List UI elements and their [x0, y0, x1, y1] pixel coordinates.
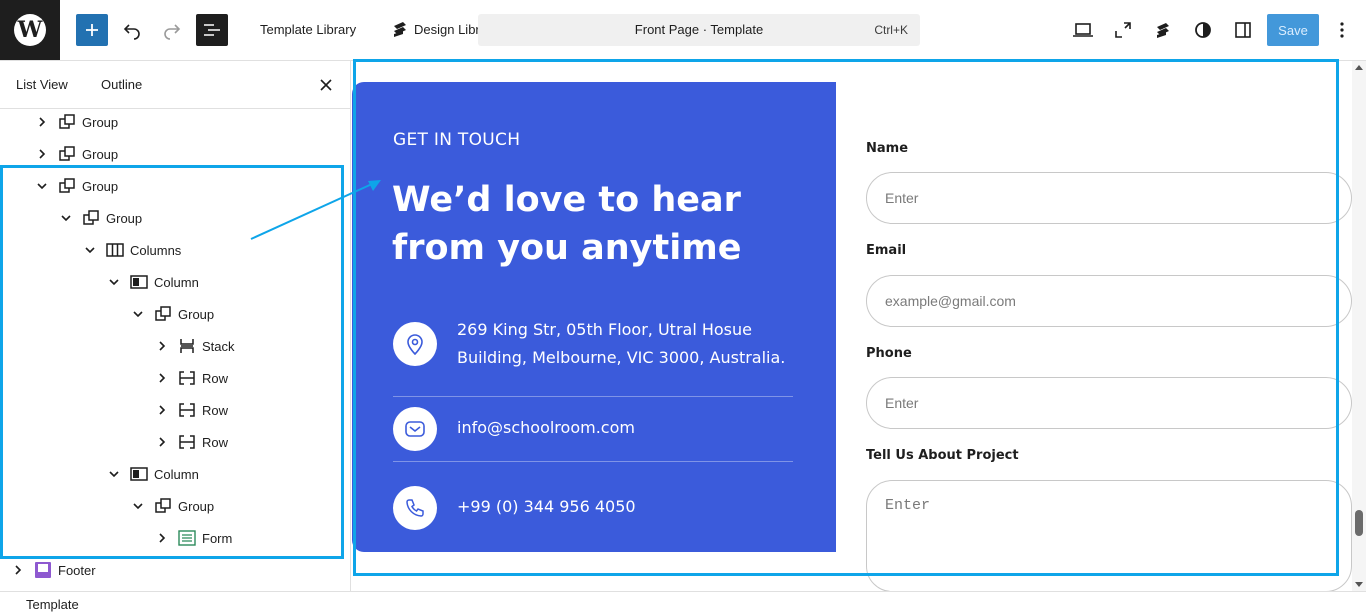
eyebrow-heading: GET IN TOUCH	[393, 130, 521, 150]
phone-text: +99 (0) 344 956 4050	[457, 497, 636, 516]
contrast-icon	[1195, 22, 1211, 38]
project-label: Tell Us About Project	[866, 448, 1019, 463]
view-template-button[interactable]	[1111, 18, 1135, 42]
command-shortcut: Ctrl+K	[874, 23, 908, 37]
phone-field[interactable]	[866, 377, 1352, 429]
document-title: Front Page · Template	[634, 22, 764, 37]
chevron-right-icon[interactable]	[34, 114, 50, 130]
email-text: info@schoolroom.com	[457, 418, 635, 437]
document-bar[interactable]: Front Page · Template Ctrl+K	[478, 14, 920, 46]
wordpress-logo[interactable]: W	[0, 0, 60, 60]
plus-icon	[86, 24, 98, 36]
external-icon	[1115, 22, 1131, 38]
group-icon	[58, 145, 76, 163]
scroll-up-icon[interactable]	[1355, 65, 1363, 70]
add-block-button[interactable]	[76, 14, 108, 46]
list-view-sidebar: List View Outline Group Group Group Group Co…	[0, 61, 351, 591]
stackable-icon	[1157, 23, 1169, 38]
email-label: Email	[866, 243, 907, 258]
stackable-settings-button[interactable]	[1151, 18, 1175, 42]
canvas-scrollbar[interactable]	[1352, 61, 1366, 591]
list-view-item-label: Footer	[58, 562, 96, 578]
save-button[interactable]: Save	[1267, 14, 1319, 46]
email-field[interactable]	[866, 275, 1352, 327]
desktop-icon	[1073, 23, 1093, 37]
contact-headline: We’d love to hear from you anytime	[392, 180, 742, 268]
project-textarea[interactable]	[866, 480, 1352, 591]
template-library-button[interactable]: Template Library	[260, 22, 356, 37]
document-overview-icon	[204, 24, 220, 36]
options-menu-button[interactable]	[1330, 18, 1354, 42]
editor-app: W Template Library Design Library Front …	[0, 0, 1366, 615]
editor-canvas: GET IN TOUCH We’d love to hear from you …	[352, 61, 1352, 591]
footer-icon	[34, 561, 52, 579]
contact-divider	[393, 461, 793, 462]
device-preview-button[interactable]	[1071, 18, 1095, 42]
envelope-icon	[393, 407, 437, 451]
block-breadcrumb-bar: Template	[0, 591, 1366, 615]
redo-button[interactable]	[156, 14, 188, 46]
annotation-highlight-box	[0, 165, 344, 559]
styles-button[interactable]	[1191, 18, 1215, 42]
sidebar-icon	[1235, 22, 1251, 38]
name-label: Name	[866, 141, 909, 156]
scrollbar-thumb[interactable]	[1355, 510, 1363, 536]
list-view-item-label: Group	[82, 114, 119, 130]
list-view-item-label: Group	[82, 146, 119, 162]
chevron-right-icon[interactable]	[10, 562, 26, 578]
wordpress-icon: W	[14, 14, 46, 46]
sidebar-tabs: List View Outline	[0, 61, 350, 109]
close-icon	[320, 79, 332, 91]
breadcrumb[interactable]: Template	[26, 597, 79, 612]
top-toolbar: W Template Library Design Library Front …	[0, 0, 1366, 61]
stackable-icon	[391, 20, 409, 38]
group-icon	[58, 113, 76, 131]
chevron-right-icon[interactable]	[34, 146, 50, 162]
tab-list-view[interactable]: List View	[16, 77, 68, 92]
tab-outline[interactable]: Outline	[101, 77, 142, 92]
phone-icon	[393, 486, 437, 530]
undo-icon	[123, 24, 140, 40]
name-field[interactable]	[866, 172, 1352, 224]
scroll-down-icon[interactable]	[1355, 582, 1363, 587]
phone-label: Phone	[866, 346, 912, 361]
document-overview-button[interactable]	[196, 14, 228, 46]
contact-divider	[393, 396, 793, 397]
undo-button[interactable]	[116, 14, 148, 46]
location-pin-icon	[393, 322, 437, 366]
settings-sidebar-button[interactable]	[1231, 18, 1255, 42]
address-text: 269 King Str, 05th Floor, Utral Hosue Bu…	[457, 320, 786, 367]
list-view-item-group[interactable]: Group	[34, 106, 118, 138]
more-vertical-icon	[1340, 22, 1344, 38]
redo-icon	[164, 24, 181, 40]
contact-info-card[interactable]: GET IN TOUCH We’d love to hear from you …	[352, 82, 836, 552]
close-sidebar-button[interactable]	[314, 73, 338, 97]
